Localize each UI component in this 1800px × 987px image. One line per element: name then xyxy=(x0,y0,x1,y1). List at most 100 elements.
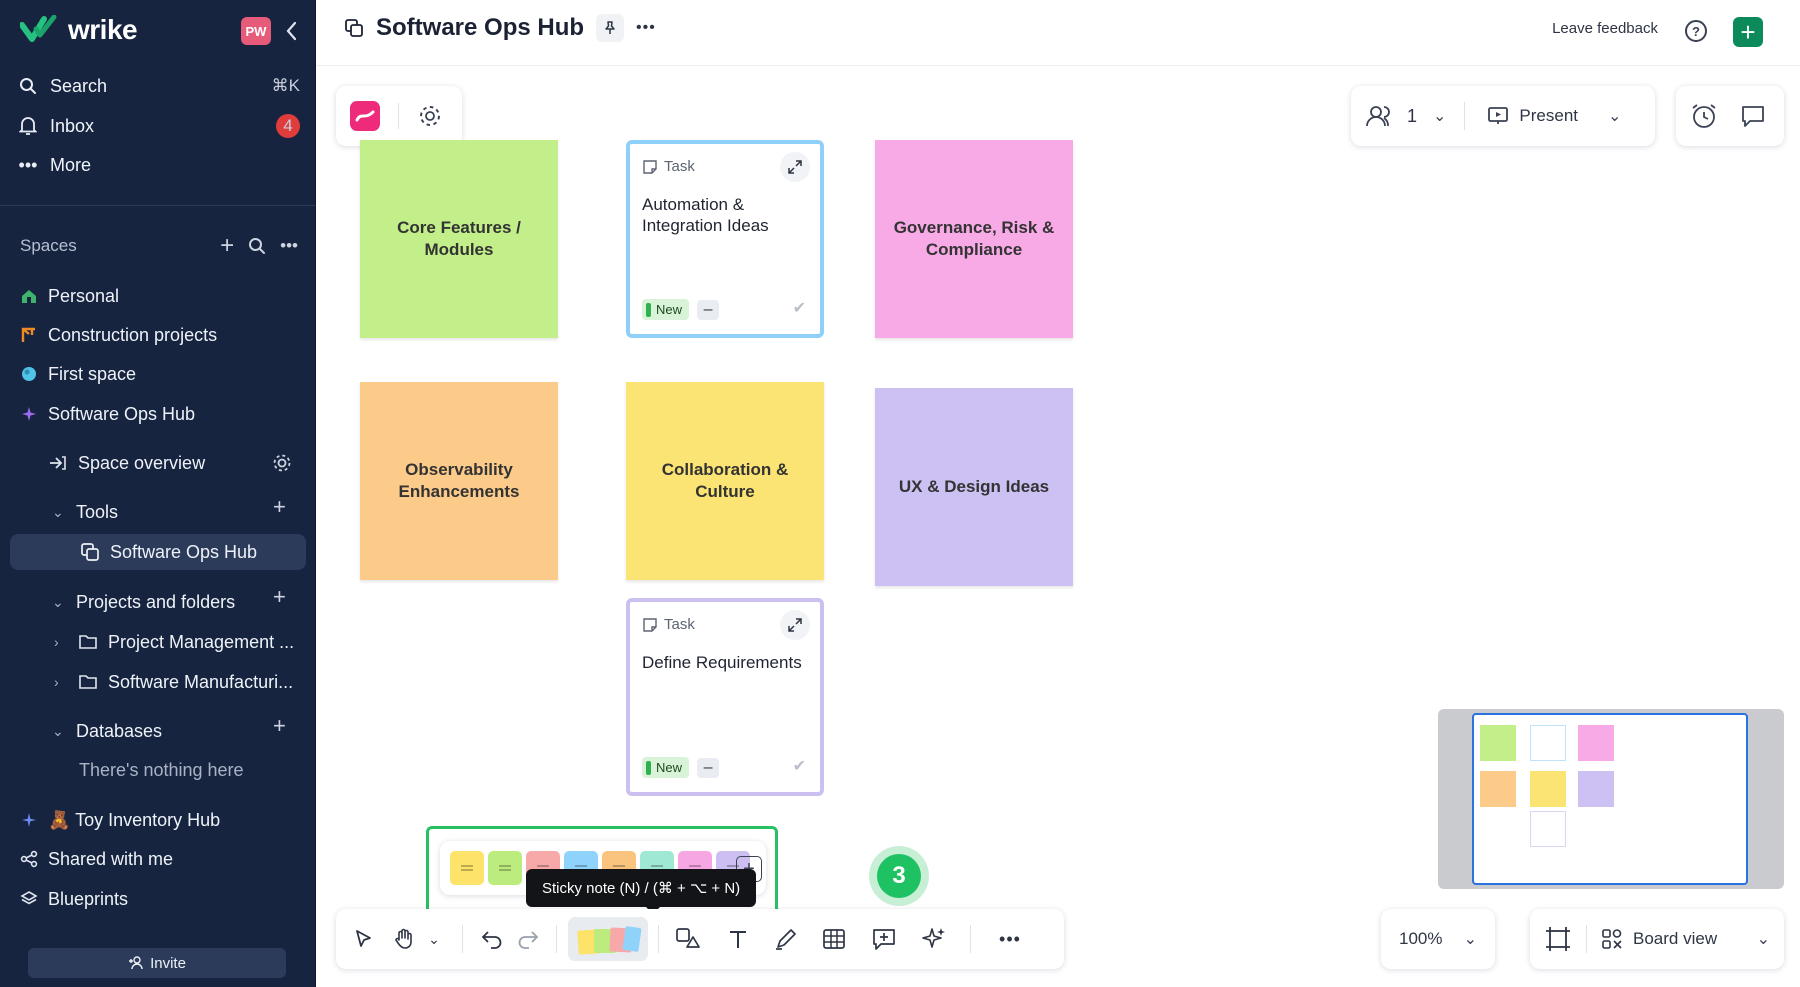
bell-icon xyxy=(18,116,38,136)
pin-icon[interactable] xyxy=(596,14,625,42)
task-card[interactable]: Task Define Requirements New – ✔ xyxy=(626,598,824,796)
view-chevron-down-icon[interactable]: ⌄ xyxy=(1757,929,1770,949)
task-card[interactable]: Task Automation & Integration Ideas New … xyxy=(626,140,824,338)
add-space-icon[interactable]: + xyxy=(220,232,234,260)
wrike-check-icon xyxy=(20,15,57,42)
space-toy-inventory[interactable]: 🧸 Toy Inventory Hub xyxy=(20,802,220,838)
inbox-count-badge: 4 xyxy=(276,114,300,138)
step-number: 3 xyxy=(877,854,921,898)
space-settings-gear-icon[interactable] xyxy=(271,452,293,474)
toolbar-divider xyxy=(658,925,659,953)
nav-search[interactable]: Search ⌘K xyxy=(18,68,300,104)
more-options-icon[interactable]: ••• xyxy=(636,19,656,37)
priority-minus-icon[interactable]: – xyxy=(697,757,720,778)
comment-icon[interactable] xyxy=(1740,103,1766,129)
zoom-level[interactable]: 100% xyxy=(1399,929,1442,949)
leave-feedback-link[interactable]: Leave feedback xyxy=(1552,20,1658,37)
table-icon[interactable] xyxy=(816,921,852,957)
present-button[interactable]: Present xyxy=(1519,106,1578,126)
add-tool-icon[interactable]: + xyxy=(273,494,286,520)
ai-sparkle-icon[interactable] xyxy=(916,921,952,957)
sticky-note[interactable]: Observability Enhancements xyxy=(360,382,558,580)
zoom-panel[interactable]: 100% ⌄ xyxy=(1381,909,1495,969)
sticky-color-yellow[interactable] xyxy=(450,851,484,885)
text-tool-icon[interactable] xyxy=(720,921,756,957)
sticky-note[interactable]: Core Features / Modules xyxy=(360,140,558,338)
shapes-icon[interactable] xyxy=(670,921,706,957)
avatar[interactable]: PW xyxy=(241,17,271,45)
redo-icon[interactable] xyxy=(510,921,546,957)
expand-icon[interactable] xyxy=(780,152,810,182)
help-icon[interactable]: ? xyxy=(1685,20,1707,42)
select-cursor-icon[interactable] xyxy=(346,921,382,957)
space-first-label: First space xyxy=(48,363,137,384)
wrike-logo[interactable]: wrike xyxy=(20,14,138,46)
status-badge[interactable]: New xyxy=(642,299,690,320)
tool-software-ops-hub[interactable]: Software Ops Hub xyxy=(10,534,306,570)
search-spaces-icon[interactable] xyxy=(248,237,266,255)
shared-with-me[interactable]: Shared with me xyxy=(20,841,173,877)
space-overview[interactable]: Space overview xyxy=(48,445,298,481)
add-database-icon[interactable]: + xyxy=(273,713,286,739)
space-first[interactable]: First space xyxy=(20,356,136,392)
hand-chevron-down-icon[interactable]: ⌄ xyxy=(416,921,452,957)
frame-icon[interactable] xyxy=(1544,925,1572,953)
undo-icon[interactable] xyxy=(474,921,510,957)
add-project-icon[interactable]: + xyxy=(273,584,286,610)
more-tools-icon[interactable]: ••• xyxy=(992,921,1028,957)
sticky-note[interactable]: UX & Design Ideas xyxy=(875,388,1073,586)
participants-icon[interactable] xyxy=(1365,104,1395,128)
pen-draw-icon[interactable] xyxy=(768,921,804,957)
present-chevron-down-icon[interactable]: ⌄ xyxy=(1608,106,1621,126)
zoom-chevron-down-icon[interactable]: ⌄ xyxy=(1464,929,1477,949)
sticky-note-tool[interactable] xyxy=(568,917,648,961)
whiteboard-app-icon[interactable] xyxy=(350,101,380,131)
sticky-color-green[interactable] xyxy=(488,851,522,885)
invite-button[interactable]: Invite xyxy=(28,948,286,978)
nav-inbox[interactable]: Inbox 4 xyxy=(18,108,300,144)
space-software-ops[interactable]: Software Ops Hub xyxy=(20,396,195,432)
shared-with-me-label: Shared with me xyxy=(48,848,174,869)
spaces-header: Spaces + ••• xyxy=(20,232,298,260)
task-title: Automation & Integration Ideas xyxy=(642,195,769,235)
blueprints[interactable]: Blueprints xyxy=(20,881,128,917)
whiteboard-canvas[interactable]: 1 ⌄ Present ⌄ Core Features / Modules Ta… xyxy=(316,66,1800,987)
minimap-task xyxy=(1530,725,1566,761)
minimap-viewport[interactable] xyxy=(1472,713,1748,885)
tools-group[interactable]: ⌄ Tools xyxy=(52,494,118,530)
expand-icon[interactable] xyxy=(780,610,810,640)
top-header: Software Ops Hub ••• Leave feedback ? + xyxy=(316,0,1800,66)
nav-more-label: More xyxy=(50,154,92,175)
spaces-menu-icon[interactable]: ••• xyxy=(280,236,298,256)
page-title[interactable]: Software Ops Hub xyxy=(376,14,584,42)
sticky-note[interactable]: Collaboration & Culture xyxy=(626,382,824,580)
participants-chevron-down-icon[interactable]: ⌄ xyxy=(1433,106,1446,126)
blueprints-label: Blueprints xyxy=(48,888,129,909)
add-comment-icon[interactable] xyxy=(866,921,902,957)
spaces-heading: Spaces xyxy=(20,236,77,255)
space-personal[interactable]: Personal xyxy=(20,278,119,314)
checkmark-icon[interactable]: ✔ xyxy=(793,298,806,318)
status-badge[interactable]: New xyxy=(642,757,690,778)
space-construction[interactable]: Construction projects xyxy=(20,317,217,353)
chevron-right-icon: › xyxy=(54,634,59,650)
folder-software-manufacturing[interactable]: › Software Manufacturi... xyxy=(54,664,304,700)
chevron-down-icon: ⌄ xyxy=(52,503,64,520)
priority-minus-icon[interactable]: – xyxy=(697,299,720,320)
projects-folders-group[interactable]: ⌄ Projects and folders xyxy=(52,584,235,620)
databases-group[interactable]: ⌄ Databases xyxy=(52,713,162,749)
active-tool-label: Software Ops Hub xyxy=(110,541,258,562)
create-new-button[interactable]: + xyxy=(1733,17,1763,47)
participants-count[interactable]: 1 xyxy=(1407,106,1417,127)
minimap[interactable] xyxy=(1438,709,1784,889)
databases-label: Databases xyxy=(76,720,163,741)
timer-icon[interactable] xyxy=(1690,102,1720,130)
folder-project-management[interactable]: › Project Management ... xyxy=(54,624,304,660)
board-view-label[interactable]: Board view xyxy=(1633,929,1717,949)
checkmark-icon[interactable]: ✔ xyxy=(793,756,806,776)
collapse-sidebar-icon[interactable] xyxy=(282,18,302,44)
board-settings-gear-icon[interactable] xyxy=(417,103,443,129)
nav-more[interactable]: ••• More xyxy=(18,147,300,183)
sticky-note[interactable]: Governance, Risk & Compliance xyxy=(875,140,1073,338)
folder-icon xyxy=(79,675,97,689)
